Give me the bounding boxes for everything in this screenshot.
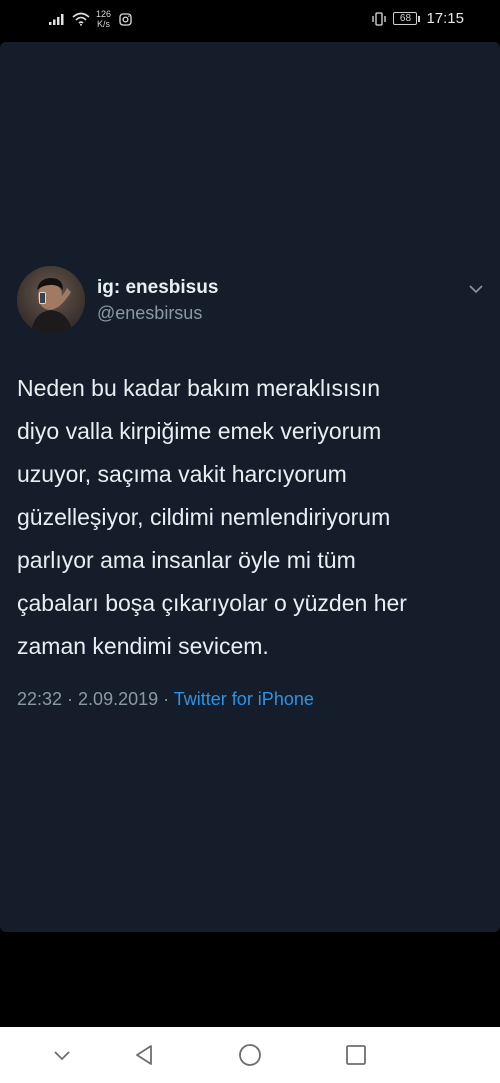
- status-bar: 126 K/s 68 17:15: [0, 0, 500, 40]
- avatar[interactable]: [17, 266, 85, 334]
- tweet-text-line: güzelleşiyor, cildimi nemlendiriyorum: [17, 504, 391, 530]
- tweet-text: Neden bu kadar bakım meraklısısın diyo v…: [17, 367, 487, 668]
- user-handle[interactable]: @enesbirsus: [97, 303, 202, 324]
- instagram-icon: [119, 12, 132, 26]
- nav-recents-button[interactable]: [342, 1041, 370, 1069]
- wifi-icon: [72, 12, 90, 26]
- tweet-card: ig: enesbisus @enesbirsus Neden bu kadar…: [0, 42, 500, 932]
- signal-icon: [49, 14, 64, 25]
- status-time: 17:15: [426, 10, 464, 27]
- tweet-text-line: çabaları boşa çıkarıyolar o yüzden her: [17, 590, 407, 616]
- tweet-text-line: zaman kendimi sevicem.: [17, 633, 269, 659]
- recents-icon: [346, 1045, 366, 1065]
- display-name[interactable]: ig: enesbisus: [97, 277, 218, 299]
- battery-level: 68: [393, 12, 418, 25]
- vibrate-icon: [372, 11, 387, 26]
- tweet-meta: 22:32 · 2.09.2019 · Twitter for iPhone: [17, 689, 314, 710]
- network-speed-unit: K/s: [97, 19, 111, 29]
- tweet-source-link[interactable]: Twitter for iPhone: [174, 689, 314, 709]
- tweet-text-line: parlıyor ama insanlar öyle mi tüm: [17, 547, 356, 573]
- tweet-date: 2.09.2019: [78, 689, 159, 709]
- nav-hide-button[interactable]: [48, 1041, 76, 1069]
- nav-back-button[interactable]: [130, 1041, 158, 1069]
- status-right: 68 17:15: [371, 10, 464, 27]
- navigation-bar: [0, 1027, 500, 1083]
- battery-icon: 68: [393, 12, 421, 25]
- network-speed: 126 K/s: [96, 9, 111, 29]
- tweet-time: 22:32: [17, 689, 63, 709]
- meta-separator: ·: [62, 689, 79, 709]
- home-icon: [239, 1044, 261, 1066]
- tweet-text-line: uzuyor, saçıma vakit harcıyorum: [17, 461, 347, 487]
- status-left: 126 K/s: [48, 9, 132, 29]
- network-speed-value: 126: [96, 9, 112, 19]
- nav-home-button[interactable]: [236, 1041, 264, 1069]
- tweet-text-line: Neden bu kadar bakım meraklısısın: [17, 375, 381, 401]
- chevron-down-icon[interactable]: [468, 283, 484, 295]
- chevron-down-icon: [54, 1051, 70, 1061]
- tweet-text-line: diyo valla kirpiğime emek veriyorum: [17, 418, 382, 444]
- back-icon: [136, 1045, 152, 1065]
- meta-separator: ·: [158, 689, 174, 709]
